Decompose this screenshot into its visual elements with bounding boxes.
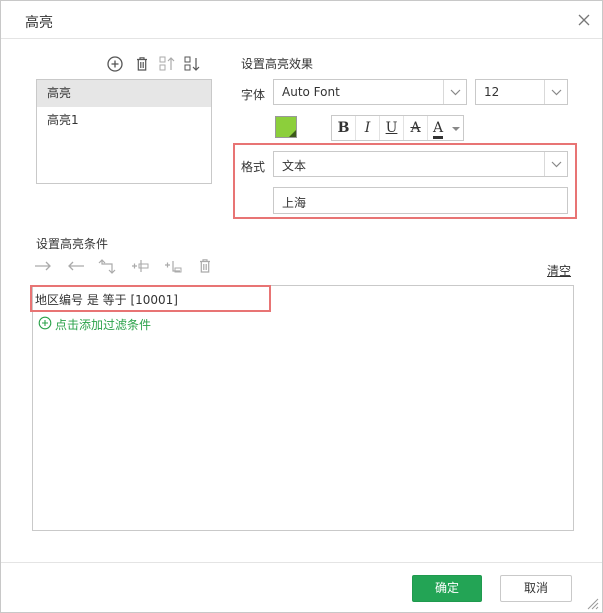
dialog-title: 高亮	[25, 15, 53, 31]
list-item[interactable]: 高亮1	[37, 107, 211, 134]
close-icon[interactable]	[574, 10, 594, 30]
add-filter-label: 点击添加过滤条件	[55, 318, 152, 332]
add-circle-icon	[38, 316, 52, 330]
return-arrow-icon[interactable]	[97, 256, 117, 276]
list-item-label: 高亮	[47, 86, 72, 100]
move-up-icon[interactable]	[157, 54, 177, 74]
arrow-left-icon[interactable]	[66, 256, 86, 276]
font-color-button[interactable]: A	[428, 116, 463, 140]
font-label: 字体	[241, 88, 266, 102]
add-group-icon[interactable]	[163, 256, 183, 276]
add-circle-icon[interactable]	[105, 54, 125, 74]
format-text-value: 上海	[282, 196, 307, 210]
highlight-list: 高亮 高亮1	[36, 79, 212, 184]
add-condition-icon[interactable]	[130, 256, 150, 276]
strikethrough-button[interactable]: A	[404, 116, 428, 140]
font-select[interactable]: Auto Font	[273, 79, 467, 105]
format-select[interactable]: 文本	[273, 151, 568, 177]
highlight-dialog: 高亮 高亮 高亮1 设置高亮效果 字体 Auto Font 12 B I U A…	[0, 0, 603, 613]
clear-conditions-link[interactable]: 清空	[547, 262, 571, 279]
format-select-value: 文本	[282, 159, 307, 173]
trash-icon[interactable]	[132, 54, 152, 74]
format-text-input[interactable]: 上海	[273, 187, 568, 214]
chevron-down-icon	[443, 80, 466, 104]
dialog-titlebar: 高亮	[1, 1, 602, 39]
effect-section-label: 设置高亮效果	[241, 57, 314, 71]
font-size-value: 12	[484, 85, 500, 99]
cancel-button[interactable]: 取消	[500, 575, 572, 602]
text-format-toolbar: B I U A A	[331, 115, 464, 141]
bold-button[interactable]: B	[332, 116, 356, 140]
format-label: 格式	[241, 160, 266, 174]
list-item-label: 高亮1	[47, 113, 79, 127]
font-color-label: A	[433, 120, 444, 139]
color-picker[interactable]	[275, 116, 297, 138]
sort-down-icon[interactable]	[182, 54, 202, 74]
italic-button[interactable]: I	[356, 116, 380, 140]
chevron-down-icon	[544, 152, 567, 176]
resize-handle-icon[interactable]	[585, 596, 599, 610]
conditions-section-label: 设置高亮条件	[36, 237, 109, 251]
list-item[interactable]: 高亮	[37, 80, 211, 107]
condition-item[interactable]: 地区编号 是 等于 [10001]	[35, 291, 178, 308]
chevron-down-icon	[544, 80, 567, 104]
underline-button[interactable]: U	[380, 116, 404, 140]
font-size-select[interactable]: 12	[475, 79, 568, 105]
caret-down-icon	[452, 127, 460, 131]
arrow-right-icon[interactable]	[33, 256, 53, 276]
trash-icon[interactable]	[195, 256, 215, 276]
font-select-value: Auto Font	[282, 85, 340, 99]
ok-button[interactable]: 确定	[412, 575, 482, 602]
